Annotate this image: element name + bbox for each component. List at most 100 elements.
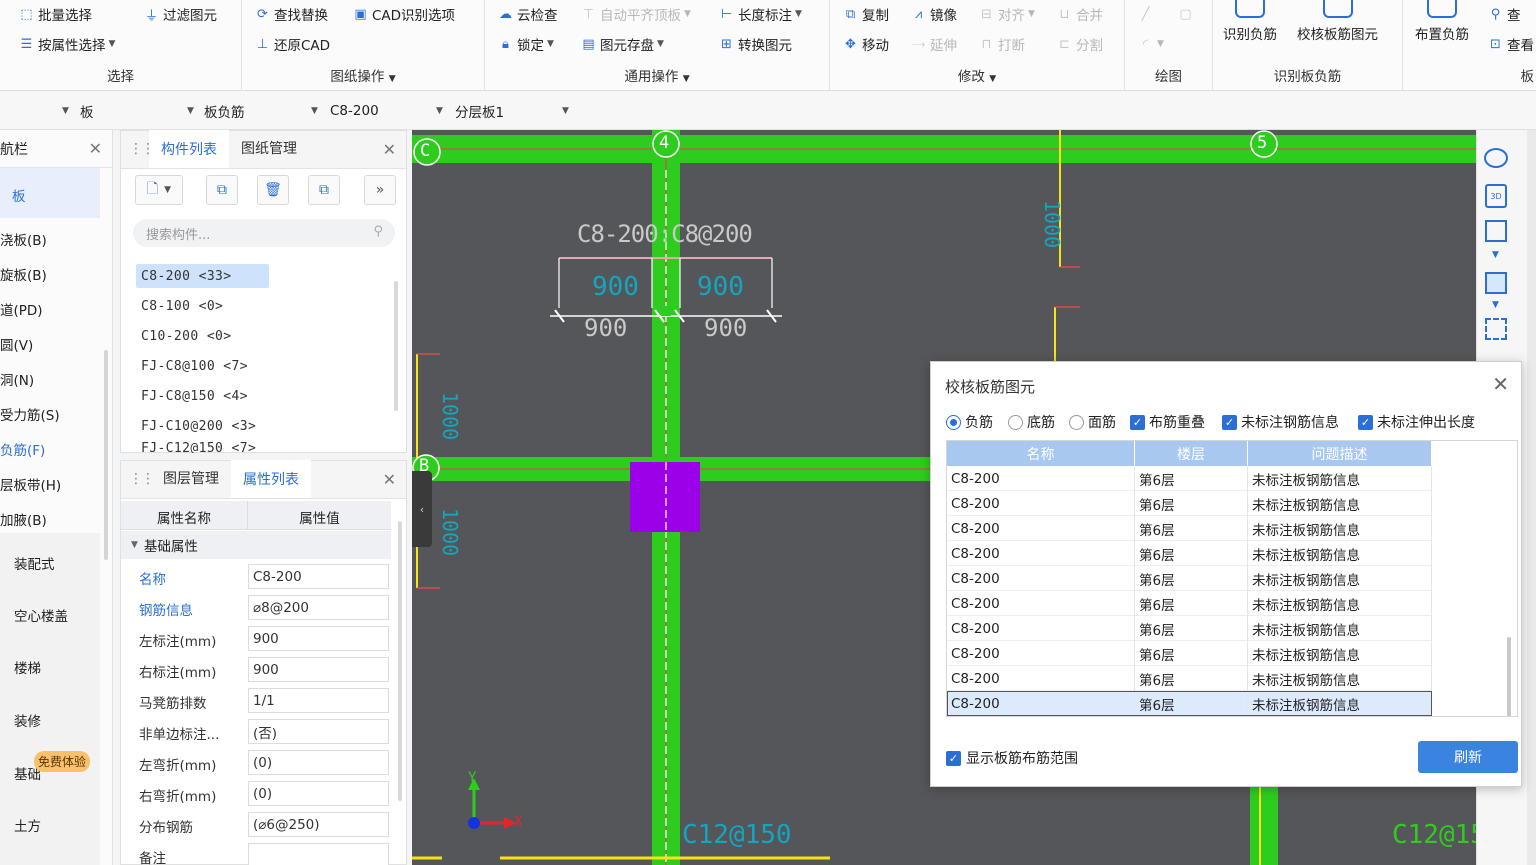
property-row[interactable]: 钢筋信息 ⌀8@200 [121,592,391,623]
table-row[interactable]: C8-200 第6层 未标注板钢筋信息 [947,616,1432,641]
list-item[interactable]: C8-100 <0> [136,294,223,318]
nav-item[interactable]: 受力筋(S) [0,404,60,424]
property-row[interactable]: 右弯折(mm) (0) [121,778,391,809]
selector-component[interactable]: C8-200 [330,100,379,122]
refresh-button[interactable]: 刷新 [1418,741,1518,773]
copy-button[interactable]: ⧉ 复制 [842,2,889,26]
table-row[interactable]: C8-200 第6层 未标注板钢筋信息 [947,641,1432,666]
extend-button[interactable]: ⤍ 延伸 [910,32,957,56]
chevron-down-icon[interactable]: ▼ [311,106,318,116]
nav-item[interactable]: 圆(V) [0,334,33,354]
property-value[interactable]: ⌀8@200 [248,595,389,620]
expand-toolbar-button[interactable]: » [364,175,396,205]
nav-item[interactable]: 空心楼盖 [14,605,68,625]
cube-solid-icon[interactable] [1485,272,1507,294]
auto-align-button[interactable]: ⊤ 自动平齐顶板 ▼ [580,2,691,26]
chevron-down-icon[interactable]: ▼ [62,106,69,116]
nav-item[interactable]: 土方 [14,815,41,835]
table-scrollbar[interactable] [1507,637,1511,716]
drag-handle-icon[interactable]: ⋮⋮ [129,471,155,487]
move-button[interactable]: ✥ 移动 [842,32,889,56]
list-item[interactable]: FJ-C10@200 <3> [136,414,256,438]
chevron-down-icon[interactable]: ▼ [1492,300,1499,310]
property-value[interactable]: C8-200 [248,564,389,589]
nav-item[interactable]: 装配式 [14,553,55,573]
query-button[interactable]: ⚲ 查 [1487,2,1521,26]
new-component-button[interactable]: 🗋︎ ▼ [135,175,183,205]
delete-component-button[interactable]: 🗑︎ [257,175,289,205]
selector-layer[interactable]: 分层板1 [455,100,504,122]
property-row[interactable]: 马凳筋排数 1/1 [121,685,391,716]
nav-item[interactable]: 加腋(B) [0,509,47,529]
chevron-down-icon[interactable]: ▼ [436,106,443,116]
property-row[interactable]: 非单边标注... (否) [121,716,391,747]
list-item[interactable]: FJ-C8@150 <4> [136,384,248,408]
table-row[interactable]: C8-200 第6层 未标注板钢筋信息 [947,466,1432,491]
property-row[interactable]: 分布钢筋 (⌀6@250) [121,809,391,840]
table-row[interactable]: C8-200 第6层 未标注板钢筋信息 [947,491,1432,516]
property-value[interactable]: 900 [248,626,389,651]
property-row[interactable]: 备注 [121,840,391,865]
checkbox-unmarked[interactable]: ✓ 未标注钢筋信息 [1222,412,1339,432]
property-row[interactable]: 名称 C8-200 [121,561,391,592]
filter-elements-button[interactable]: ⏚ 过滤图元 [143,2,217,26]
property-scrollbar[interactable] [398,521,402,801]
align-button[interactable]: ⊟ 对齐 ▼ [978,2,1035,26]
property-value[interactable]: 900 [248,657,389,682]
nav-item[interactable]: 旋板(B) [0,264,47,284]
convert-elements-button[interactable]: ⊞ 转换图元 [718,32,792,56]
line-tool-button[interactable]: ╱ [1137,2,1154,26]
length-mark-button[interactable]: ⊢ 长度标注 ▼ [718,2,802,26]
lock-button[interactable]: 🔒︎ 锁定 ▼ [497,32,554,56]
nav-item[interactable]: 楼梯 [14,657,41,677]
cloud-check-button[interactable]: ☁ 云检查 [497,2,558,26]
rect-tool-button[interactable]: ▢ [1177,2,1194,26]
break-button[interactable]: ⊓ 打断 [978,32,1025,56]
tab-component-list[interactable]: 构件列表 [149,130,229,168]
property-value[interactable] [248,843,389,865]
copy-component-button[interactable]: ⧉ [206,175,238,205]
free-trial-badge[interactable]: 免费体验 [34,751,91,772]
list-item[interactable]: C10-200 <0> [136,324,232,348]
property-row[interactable]: 左弯折(mm) (0) [121,747,391,778]
tab-drawing-manage[interactable]: 图纸管理 [229,138,309,168]
radio-face[interactable]: 面筋 [1069,412,1116,432]
3d-view-icon[interactable]: 3D [1485,184,1507,208]
panel-collapse-handle[interactable]: ‹ [412,471,432,547]
list-item[interactable]: FJ-C12@150 <7> [136,441,256,453]
checkbox-show-range[interactable]: ✓ 显示板筋布筋范围 [946,748,1078,768]
list-item[interactable]: FJ-C8@100 <7> [136,354,248,378]
nav-item[interactable]: 道(PD) [0,299,43,319]
table-row[interactable]: C8-200 第6层 未标注板钢筋信息 [947,541,1432,566]
chevron-down-icon[interactable]: ▼ [1492,250,1499,260]
chevron-down-icon[interactable]: ▼ [187,106,194,116]
property-row[interactable]: 左标注(mm) 900 [121,623,391,654]
nav-item-slab[interactable]: 板 [12,185,26,205]
duplicate-component-button[interactable]: ⧉ [308,175,340,205]
property-value[interactable]: (⌀6@250) [248,812,389,837]
chevron-down-icon[interactable]: ▼ [562,106,569,116]
radio-bottom[interactable]: 底筋 [1008,412,1055,432]
orbit-icon[interactable] [1484,148,1508,168]
table-row[interactable]: C8-200 第6层 未标注板钢筋信息 [947,516,1432,541]
radio-neg[interactable]: 负筋 [946,412,993,432]
selector-category[interactable]: 板 [80,100,94,122]
arc-tool-button[interactable]: ◜ ▼ [1137,32,1164,56]
nav-item[interactable]: 浇板(B) [0,229,47,249]
tab-property-list[interactable]: 属性列表 [231,460,311,498]
merge-button[interactable]: ⊔ 合并 [1056,2,1103,26]
table-row[interactable]: C8-200 第6层 未标注板钢筋信息 [947,566,1432,591]
view-button[interactable]: ⊡ 查看 [1487,32,1534,56]
table-row[interactable]: C8-200 第6层 未标注板钢筋信息 [947,591,1432,616]
batch-select-button[interactable]: ⬚ 批量选择 [18,2,92,26]
property-value[interactable]: (0) [248,750,389,775]
table-row[interactable]: C8-200 第6层 未标注板钢筋信息 [947,666,1432,691]
property-value[interactable]: (0) [248,781,389,806]
find-replace-button[interactable]: ⟳ 查找替换 [254,2,328,26]
close-icon[interactable]: ✕ [1492,372,1509,396]
close-icon[interactable]: ✕ [383,140,396,159]
place-neg-button[interactable]: 布置负筋 [1415,0,1469,43]
property-row[interactable]: 右标注(mm) 900 [121,654,391,685]
component-scrollbar[interactable] [394,281,398,411]
property-value[interactable]: (否) [248,719,389,744]
